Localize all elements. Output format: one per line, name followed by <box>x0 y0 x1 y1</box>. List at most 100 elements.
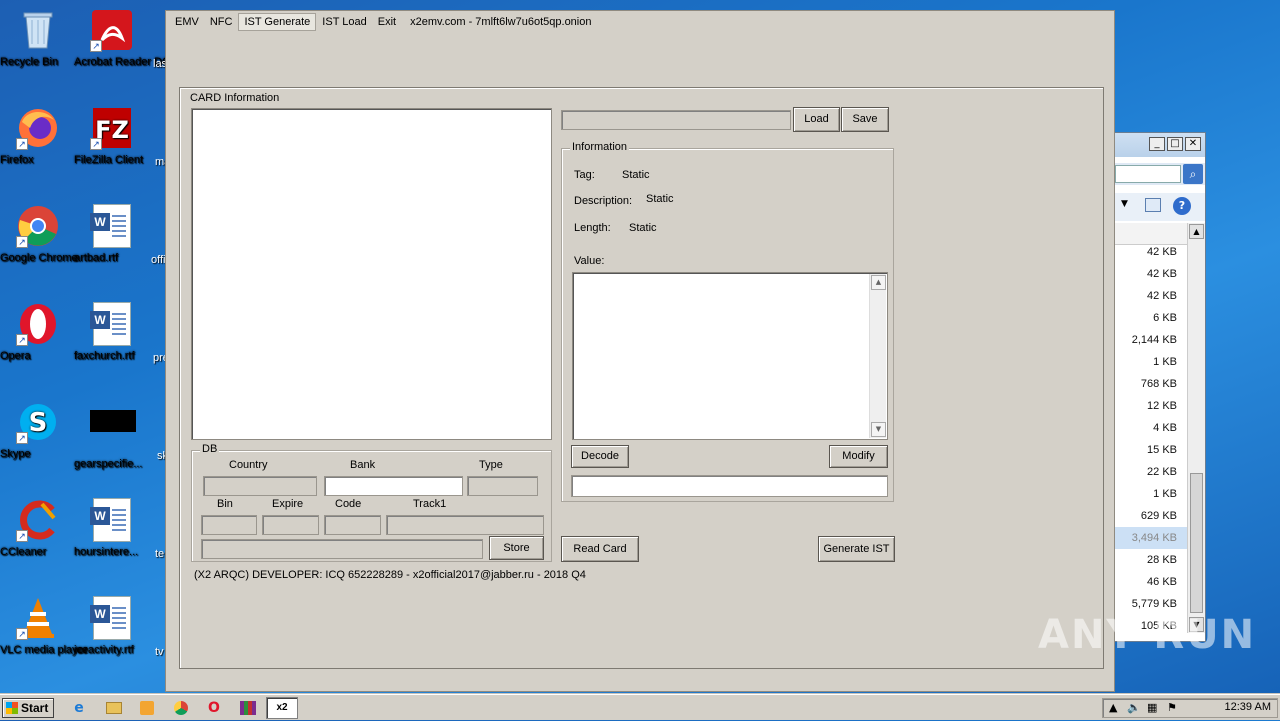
explorer-size-cell[interactable]: 6 KB <box>1113 307 1189 329</box>
track1-label: Track1 <box>413 498 447 510</box>
filezilla-icon: FZ ↗ <box>90 106 134 150</box>
explorer-size-cell[interactable]: 12 KB <box>1113 395 1189 417</box>
desktop-icon-skype[interactable]: S ↗ Skype <box>0 400 76 460</box>
desktop-icon-chrome[interactable]: ↗ Google Chrome <box>0 204 78 264</box>
menu-ist-load[interactable]: IST Load <box>317 14 371 30</box>
desktop-icon-hoursintere[interactable]: W hoursintere... <box>74 498 150 558</box>
explorer-size-cell[interactable]: 3,494 KB <box>1113 527 1189 549</box>
network-icon[interactable]: ▦ <box>1147 701 1157 714</box>
save-button[interactable]: Save <box>841 107 889 132</box>
explorer-size-cell[interactable]: 42 KB <box>1113 263 1189 285</box>
generate-ist-button[interactable]: Generate IST <box>818 536 895 562</box>
skype-icon: S ↗ <box>16 400 60 444</box>
length-label: Length: <box>574 222 611 234</box>
volume-icon[interactable]: 🔈 <box>1127 701 1141 714</box>
opera-taskbar-icon[interactable]: O <box>203 698 225 718</box>
bank-field[interactable] <box>324 476 463 496</box>
explorer-size-cell[interactable]: 629 KB <box>1113 505 1189 527</box>
type-field[interactable] <box>467 476 538 496</box>
show-hidden-icon[interactable]: ▲ <box>1109 701 1117 714</box>
desktop-icon-opera[interactable]: ↗ Opera <box>0 302 76 362</box>
chrome-taskbar-icon[interactable] <box>170 698 192 718</box>
value-textarea[interactable]: ▲ ▼ <box>572 272 888 440</box>
explorer-size-cell[interactable]: 4 KB <box>1113 417 1189 439</box>
clock[interactable]: 12:39 AM <box>1225 701 1271 713</box>
value-scrollbar[interactable]: ▲ ▼ <box>869 274 886 438</box>
scroll-down-icon[interactable]: ▼ <box>871 422 886 437</box>
firefox-icon: ↗ <box>16 106 60 150</box>
desktop-icon-artbad[interactable]: W artbad.rtf <box>74 204 150 264</box>
start-button[interactable]: Start <box>2 698 54 718</box>
store-button[interactable]: Store <box>489 536 544 560</box>
expire-label: Expire <box>272 498 304 510</box>
menu-ist-generate[interactable]: IST Generate <box>238 13 317 31</box>
desktop-icon-ccleaner[interactable]: ↗ CCleaner <box>0 498 76 558</box>
scroll-up-icon[interactable]: ▲ <box>1189 224 1204 239</box>
modify-button[interactable]: Modify <box>829 445 888 468</box>
explorer-size-cell[interactable]: 15 KB <box>1113 439 1189 461</box>
read-card-button[interactable]: Read Card <box>561 536 639 562</box>
explorer-size-cell[interactable]: 22 KB <box>1113 461 1189 483</box>
desktop-icon-firefox[interactable]: ↗ Firefox <box>0 106 76 166</box>
bin-field[interactable] <box>201 515 257 535</box>
desktop-icon-iceactivity[interactable]: W iceactivity.rtf <box>74 596 150 656</box>
desktop-icon-vlc[interactable]: ↗ VLC media player <box>0 596 87 656</box>
search-icon[interactable]: ⌕ <box>1183 164 1203 184</box>
code-field[interactable] <box>324 515 381 535</box>
vlc-icon: ↗ <box>16 596 60 640</box>
desktop-icon-gearspecifie[interactable]: gearspecifie... <box>74 400 150 470</box>
menu-exit[interactable]: Exit <box>373 14 401 30</box>
length-value: Static <box>629 222 657 234</box>
explorer-size-cell[interactable]: 46 KB <box>1113 571 1189 593</box>
acrobat-icon: ↗ <box>90 8 134 52</box>
type-label: Type <box>479 459 503 471</box>
x2-app-window[interactable]: EMV NFC IST Generate IST Load Exit x2emv… <box>165 10 1115 692</box>
file-path-field[interactable] <box>561 110 791 130</box>
expire-field[interactable] <box>262 515 319 535</box>
x2-taskbar-button[interactable]: x2 <box>266 697 298 719</box>
content-panel: CARD Information Load Save Information T… <box>179 87 1104 669</box>
db-title: DB <box>200 443 220 455</box>
explorer-size-cell[interactable]: 42 KB <box>1113 241 1189 263</box>
explorer-search-input[interactable] <box>1115 165 1181 183</box>
description-value: Static <box>646 193 674 205</box>
menu-emv[interactable]: EMV <box>170 14 204 30</box>
maximize-icon[interactable]: □ <box>1167 137 1183 151</box>
close-icon[interactable]: ✕ <box>1185 137 1201 151</box>
explorer-window[interactable]: _ □ ✕ ⌕ ▼ ? 42 KB 42 KB 42 KB 6 KB 2,144 KB 1… <box>1112 132 1206 642</box>
desktop-icon-faxchurch[interactable]: W faxchurch.rtf <box>74 302 150 362</box>
track1-field[interactable] <box>386 515 544 535</box>
load-button[interactable]: Load <box>793 107 840 132</box>
preview-pane-icon[interactable] <box>1145 198 1161 212</box>
country-label: Country <box>229 459 268 471</box>
explorer-size-cell[interactable]: 768 KB <box>1113 373 1189 395</box>
menu-nfc[interactable]: NFC <box>205 14 238 30</box>
action-center-flag-icon[interactable]: ⚑ <box>1167 701 1177 714</box>
desktop-icon-filezilla[interactable]: FZ ↗ FileZilla Client <box>74 106 150 166</box>
scroll-thumb[interactable] <box>1190 473 1203 613</box>
explorer-size-cell[interactable]: 1 KB <box>1113 351 1189 373</box>
winrar-icon[interactable] <box>237 698 259 718</box>
card-info-list[interactable] <box>191 108 552 440</box>
explorer-scrollbar[interactable]: ▲ ▼ <box>1187 223 1205 633</box>
desktop-icon-acrobat[interactable]: ↗ Acrobat Reader DC <box>74 8 170 68</box>
explorer-size-cell[interactable]: 28 KB <box>1113 549 1189 571</box>
desktop-icon-recycle-bin[interactable]: Recycle Bin <box>0 8 76 68</box>
recycle-bin-icon <box>16 8 60 52</box>
help-icon[interactable]: ? <box>1173 197 1191 215</box>
minimize-icon[interactable]: _ <box>1149 137 1165 151</box>
file-explorer-icon[interactable] <box>103 698 125 718</box>
db-status-field[interactable] <box>201 539 483 559</box>
explorer-size-cell[interactable]: 42 KB <box>1113 285 1189 307</box>
decode-button[interactable]: Decode <box>571 445 629 468</box>
bin-label: Bin <box>217 498 233 510</box>
country-field[interactable] <box>203 476 317 496</box>
media-player-icon[interactable] <box>136 698 158 718</box>
scroll-up-icon[interactable]: ▲ <box>871 275 886 290</box>
explorer-size-cell[interactable]: 2,144 KB <box>1113 329 1189 351</box>
chevron-down-icon[interactable]: ▼ <box>1121 199 1128 209</box>
explorer-size-cell[interactable]: 1 KB <box>1113 483 1189 505</box>
decode-result-field[interactable] <box>571 475 888 497</box>
internet-explorer-icon[interactable]: e <box>68 698 90 718</box>
clipped-icon-label: offi <box>151 254 166 266</box>
